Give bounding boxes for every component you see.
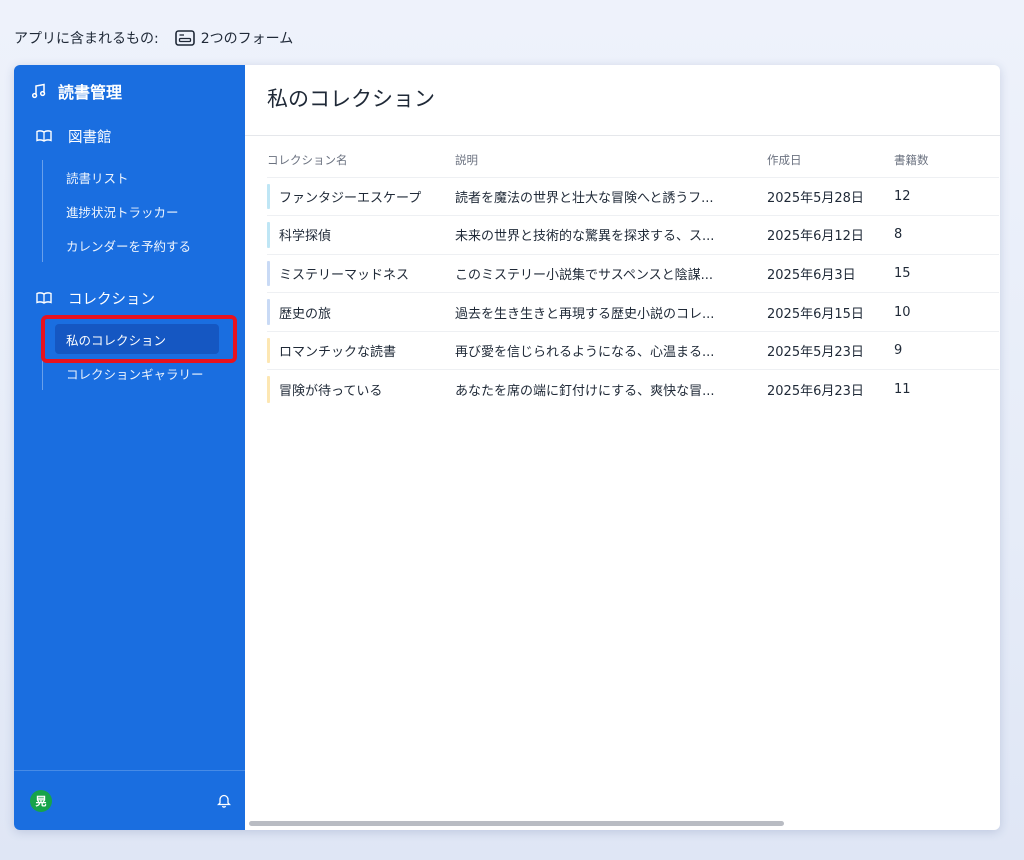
color-tag bbox=[267, 376, 270, 403]
cell-date: 2025年5月28日 bbox=[767, 176, 894, 216]
apps-included-label: アプリに含まれるもの: bbox=[14, 31, 159, 47]
nav-reading-list[interactable]: 読書リスト bbox=[43, 160, 219, 194]
book-open-icon bbox=[36, 292, 52, 304]
cell-collection-name: 科学探偵 bbox=[267, 215, 455, 255]
book-open-icon bbox=[36, 130, 52, 142]
collection-name: 科学探偵 bbox=[279, 229, 332, 245]
table-row[interactable]: 冒険が待っている あなたを席の端に釘付けにする、爽快な冒... 2025年6月23日… bbox=[267, 369, 999, 409]
table-row[interactable]: ファンタジーエスケープ 読者を魔法の世界と壮大な冒険へと誘うフ... 2025年5月… bbox=[267, 176, 999, 216]
form-icon bbox=[174, 30, 195, 46]
cell-date: 2025年6月15日 bbox=[767, 292, 894, 332]
sidebar: 読書管理 図書館 読書リスト 進捗状況トラッカー カレンダーを予約する コレクシ… bbox=[14, 65, 245, 830]
table-row[interactable]: ロマンチックな読書 再び愛を信じられるようになる、心温まる... 2025年5月23… bbox=[267, 330, 999, 370]
page-title: 私のコレクション bbox=[267, 87, 435, 111]
nav-book-calendar[interactable]: カレンダーを予約する bbox=[43, 228, 219, 262]
forms-count[interactable]: 2つのフォーム bbox=[201, 28, 294, 48]
horizontal-scrollbar[interactable] bbox=[249, 821, 784, 826]
column-header-count[interactable]: 書籍数 bbox=[894, 143, 999, 177]
apps-included-bar: アプリに含まれるもの: 2つのフォーム bbox=[14, 26, 293, 50]
app-brand[interactable]: 読書管理 bbox=[32, 79, 122, 103]
nav-progress-tracker[interactable]: 進捗状況トラッカー bbox=[43, 194, 219, 228]
header-divider bbox=[245, 135, 1000, 136]
collections-table: コレクション名 説明 作成日 書籍数 ファンタジーエスケープ 読者を魔法の世界と壮… bbox=[267, 143, 999, 409]
cell-collection-name: ファンタジーエスケープ bbox=[267, 176, 455, 216]
collection-name: ミステリーマッドネス bbox=[279, 267, 410, 283]
cell-description: このミステリー小説集でサスペンスと陰謀... bbox=[455, 253, 767, 293]
cell-count: 9 bbox=[894, 330, 999, 370]
column-header-date[interactable]: 作成日 bbox=[767, 143, 894, 177]
app-window: 読書管理 図書館 読書リスト 進捗状況トラッカー カレンダーを予約する コレクシ… bbox=[14, 65, 1000, 830]
color-tag bbox=[267, 260, 270, 287]
cell-collection-name: 冒険が待っている bbox=[267, 369, 455, 409]
music-note-icon bbox=[32, 83, 46, 99]
cell-count: 11 bbox=[894, 369, 999, 409]
cell-description: 過去を生き生きと再現する歴史小説のコレ... bbox=[455, 292, 767, 332]
cell-description: 読者を魔法の世界と壮大な冒険へと誘うフ... bbox=[455, 176, 767, 216]
highlight-annotation bbox=[41, 315, 237, 363]
column-header-name[interactable]: コレクション名 bbox=[267, 143, 455, 177]
cell-date: 2025年6月23日 bbox=[767, 369, 894, 409]
table-row[interactable]: ミステリーマッドネス このミステリー小説集でサスペンスと陰謀... 2025年6月3… bbox=[267, 253, 999, 293]
app-name: 読書管理 bbox=[58, 83, 123, 102]
color-tag bbox=[267, 183, 270, 210]
bell-icon[interactable] bbox=[217, 793, 231, 808]
column-header-description[interactable]: 説明 bbox=[455, 143, 767, 177]
sidebar-footer: 晃 bbox=[14, 770, 245, 830]
collection-name: 歴史の旅 bbox=[279, 306, 332, 322]
section-collections[interactable]: コレクション bbox=[36, 287, 155, 309]
section-collections-title: コレクション bbox=[68, 291, 155, 308]
color-tag bbox=[267, 337, 270, 364]
main-content: 私のコレクション コレクション名 説明 作成日 書籍数 ファンタジーエスケープ 読… bbox=[245, 65, 1000, 830]
color-tag bbox=[267, 222, 270, 248]
cell-description: 未来の世界と技術的な驚異を探求する、ス... bbox=[455, 215, 767, 255]
cell-collection-name: 歴史の旅 bbox=[267, 292, 455, 332]
section-library[interactable]: 図書館 bbox=[36, 125, 112, 147]
cell-count: 15 bbox=[894, 253, 999, 293]
collection-name: ロマンチックな読書 bbox=[279, 345, 397, 361]
cell-count: 10 bbox=[894, 292, 999, 332]
cell-collection-name: ミステリーマッドネス bbox=[267, 253, 455, 293]
cell-date: 2025年6月3日 bbox=[767, 253, 894, 293]
collection-name: 冒険が待っている bbox=[279, 384, 383, 400]
color-tag bbox=[267, 299, 270, 325]
table-row[interactable]: 科学探偵 未来の世界と技術的な驚異を探求する、ス... 2025年6月12日 8 bbox=[267, 215, 999, 255]
cell-description: 再び愛を信じられるようになる、心温まる... bbox=[455, 330, 767, 370]
user-avatar[interactable]: 晃 bbox=[30, 790, 52, 812]
cell-date: 2025年5月23日 bbox=[767, 330, 894, 370]
cell-collection-name: ロマンチックな読書 bbox=[267, 330, 455, 370]
section-library-title: 図書館 bbox=[68, 129, 112, 146]
cell-count: 12 bbox=[894, 176, 999, 216]
table-row[interactable]: 歴史の旅 過去を生き生きと再現する歴史小説のコレ... 2025年6月15日 10 bbox=[267, 292, 999, 332]
cell-date: 2025年6月12日 bbox=[767, 215, 894, 255]
collection-name: ファンタジーエスケープ bbox=[279, 190, 422, 206]
library-nav: 読書リスト 進捗状況トラッカー カレンダーを予約する bbox=[42, 160, 219, 262]
cell-description: あなたを席の端に釘付けにする、爽快な冒... bbox=[455, 369, 767, 409]
cell-count: 8 bbox=[894, 215, 999, 255]
table-header-row: コレクション名 説明 作成日 書籍数 bbox=[267, 143, 999, 177]
